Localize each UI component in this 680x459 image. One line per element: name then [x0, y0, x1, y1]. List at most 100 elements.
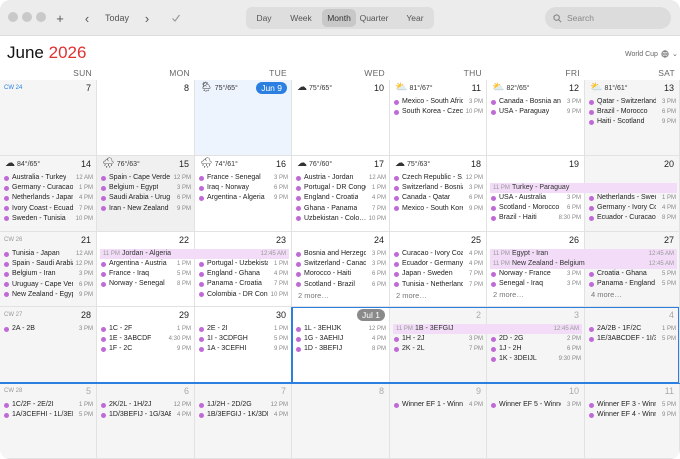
event-item[interactable]: 1J/2H - 2D/2G 12 PM: [199, 400, 288, 410]
day-cell[interactable]: 29 1C - 2F 1 PM 1E - 3ABCDF 4:30 PM 1F - 2C 9 …: [97, 307, 195, 383]
event-item[interactable]: Austria - Jordan 12 AM: [296, 173, 386, 183]
event-item[interactable]: South Korea - Czec…10 PM: [394, 107, 483, 117]
event-item[interactable]: Switzerland - Bosnia… 3 PM: [394, 183, 483, 193]
event-item[interactable]: 2A - 2B 3 PM: [4, 324, 93, 334]
event-item[interactable]: Belgium - Iran 3 PM: [4, 269, 93, 279]
event-item[interactable]: Czech Republic - S… 12 PM: [394, 173, 483, 183]
event-item[interactable]: 1A/3CEFHI - 1L/3EHI… 5 PM: [4, 410, 93, 420]
event-item[interactable]: Netherlands - Sweden 1 PM: [589, 193, 676, 203]
event-item[interactable]: Brazil - Haiti 8:30 PM: [491, 213, 581, 223]
event-item[interactable]: France - Iraq 5 PM: [101, 269, 191, 279]
more-events-link[interactable]: 4 more…: [591, 290, 622, 299]
day-cell[interactable]: 27 Croatia - Ghana 5 PM Panama - England 5 P…: [585, 232, 680, 307]
done-checkmark-icon[interactable]: [166, 8, 186, 28]
event-item[interactable]: Iran - New Zealand 9 PM: [101, 204, 191, 214]
day-cell[interactable]: 22 Argentina - Austria 1 PM France - Iraq 5 …: [97, 232, 195, 307]
zoom-window-button[interactable]: [36, 12, 46, 22]
event-item[interactable]: 1A - 3CEFHI 9 PM: [199, 344, 288, 354]
day-cell[interactable]: 25Curacao - Ivory Coast4 PMEcuador - Ger…: [390, 232, 487, 307]
event-item[interactable]: 1F - 2C 9 PM: [101, 344, 191, 354]
day-cell[interactable]: Jun 9 🌦 75°/65°: [195, 80, 292, 156]
event-item[interactable]: Portugal - DR Congo 1 PM: [296, 183, 386, 193]
event-item[interactable]: Bosnia and Herzego… 3 PM: [296, 249, 386, 259]
day-cell[interactable]: CW 26 21 Tunisia - Japan 12 AM Spain - Saudi…: [0, 232, 97, 307]
view-quarter-button[interactable]: Quarter: [354, 9, 394, 27]
day-cell[interactable]: 11 ⛅ 81°/67° Mexico - South Africa 3 PM South…: [390, 80, 487, 156]
day-cell[interactable]: Jul 1 1L - 3EHIJK 12 PM 1G - 3AEHIJ 4 PM 1D -…: [292, 307, 390, 383]
event-item[interactable]: Japan - Sweden 7 PM: [394, 269, 483, 279]
event-item[interactable]: Winner EF 1 - Winne… 4 PM: [394, 400, 483, 410]
event-item[interactable]: Qatar - Switzerland 3 PM: [589, 97, 676, 107]
event-item[interactable]: Argentina - Algeria 9 PM: [199, 193, 288, 203]
event-item[interactable]: France - Senegal 3 PM: [199, 173, 288, 183]
event-item[interactable]: England - Croatia 4 PM: [296, 193, 386, 203]
event-item[interactable]: Norway - France 3 PM: [491, 269, 581, 279]
multi-day-event-bar[interactable]: 11 PM Egypt - Iran 12:45 AM: [490, 249, 677, 259]
view-year-button[interactable]: Year: [400, 9, 430, 27]
event-item[interactable]: 1D - 3BEFIJ 8 PM: [296, 344, 386, 354]
event-item[interactable]: Switzerland - Canada 3 PM: [296, 259, 386, 269]
event-item[interactable]: Australia - Turkey 12 AM: [4, 173, 93, 183]
event-item[interactable]: Uruguay - Cape Verde 6 PM: [4, 280, 93, 290]
day-cell[interactable]: 11 Winner EF 3 - Winne… 5 PM Winner EF 4 - …: [585, 383, 680, 459]
event-item[interactable]: Iraq - Norway 6 PM: [199, 183, 288, 193]
event-item[interactable]: 1H - 2J 3 PM: [394, 334, 483, 344]
day-cell[interactable]: 12 ⛅82°/65° Canada - Bosnia an… 3 PM USA - P…: [487, 80, 585, 156]
day-cell[interactable]: 15 🌧 76°/63° Spain - Cape Verde 12 PM Belgium…: [97, 156, 195, 232]
event-item[interactable]: Belgium - Egypt 3 PM: [101, 183, 191, 193]
event-item[interactable]: Croatia - Ghana 5 PM: [589, 269, 676, 279]
event-item[interactable]: Panama - England 5 PM: [589, 279, 676, 289]
more-events-link[interactable]: 2 more…: [493, 290, 524, 299]
close-window-button[interactable]: [8, 12, 18, 22]
minimize-window-button[interactable]: [22, 12, 32, 22]
event-item[interactable]: Curacao - Ivory Coast 4 PM: [394, 249, 483, 259]
event-item[interactable]: 2K - 2L 7 PM: [394, 344, 483, 354]
multi-day-event-bar[interactable]: 11 PM Jordan - Algeria 12:45 AM: [100, 249, 289, 259]
multi-day-event-bar[interactable]: 11 PM Turkey - Paraguay: [490, 183, 677, 193]
event-item[interactable]: Germany - Ivory Co… 4 PM: [589, 203, 676, 213]
search-field[interactable]: Search: [545, 7, 671, 29]
event-item[interactable]: Winner EF 5 - Winne… 3 PM: [491, 400, 581, 410]
day-cell[interactable]: 30 2E - 2I 1 PM 1I - 3CDFGH 5 PM 1A - 3CEFHI 9…: [195, 307, 292, 383]
more-events-link[interactable]: 2 more…: [396, 291, 427, 300]
event-item[interactable]: Saudi Arabia - Urug… 6 PM: [101, 193, 191, 203]
today-button[interactable]: Today: [100, 8, 134, 28]
event-item[interactable]: Canada - Qatar 6 PM: [394, 193, 483, 203]
event-item[interactable]: Germany - Curacao 1 PM: [4, 183, 93, 193]
event-item[interactable]: 1D/3BEFIJ - 1G/3AE… 4 PM: [101, 410, 191, 420]
event-item[interactable]: Argentina - Austria 1 PM: [101, 259, 191, 269]
event-item[interactable]: Uzbekistan - Colo… 10 PM: [296, 214, 386, 224]
day-cell[interactable]: 26 Norway - France 3 PM Senegal - Iraq 3 PM 2…: [487, 232, 585, 307]
day-cell[interactable]: 17 ☁ 76°/60° Austria - Jordan 12 AM Portugal …: [292, 156, 390, 232]
day-cell[interactable]: 14 ☁ 84°/65° Australia - Turkey 12 AM Germany…: [0, 156, 97, 232]
event-item[interactable]: Winner EF 4 - Winne… 9 PM: [589, 410, 676, 420]
event-item[interactable]: 1I - 3CDFGH 5 PM: [199, 334, 288, 344]
event-item[interactable]: Scotland - Brazil 6 PM: [296, 280, 386, 290]
view-week-button[interactable]: Week: [284, 9, 318, 27]
event-item[interactable]: Tunisia - Japan 12 AM: [4, 249, 93, 259]
event-item[interactable]: Norway - Senegal 8 PM: [101, 279, 191, 289]
event-item[interactable]: Sweden - Tunisia 10 PM: [4, 214, 93, 224]
event-item[interactable]: Senegal - Iraq 3 PM: [491, 279, 581, 289]
event-item[interactable]: USA - Paraguay 9 PM: [491, 107, 581, 117]
day-cell[interactable]: 3 2D - 2G 2 PM 1J - 2H 6 PM 1K - 3DEIJL 9:30 P…: [487, 307, 585, 383]
view-day-button[interactable]: Day: [248, 9, 280, 27]
day-cell[interactable]: 20 Netherlands - Sweden 1 PM Germany - Ivor…: [585, 156, 680, 232]
event-item[interactable]: Tunisia - Netherlands 7 PM: [394, 280, 483, 290]
day-cell[interactable]: 23 Portugal - Uzbekistan 1 PM England - Gha…: [195, 232, 292, 307]
event-item[interactable]: Ghana - Panama 7 PM: [296, 204, 386, 214]
event-item[interactable]: Morocco - Haiti 6 PM: [296, 269, 386, 279]
event-item[interactable]: Mexico - South Korea 9 PM: [394, 204, 483, 214]
event-item[interactable]: 2D - 2G 2 PM: [491, 334, 581, 344]
more-events-link[interactable]: 2 more…: [298, 291, 329, 300]
back-button[interactable]: ‹: [78, 8, 96, 28]
day-cell[interactable]: 10 Winner EF 5 - Winne… 3 PM: [487, 383, 585, 459]
event-item[interactable]: Netherlands - Japan 4 PM: [4, 193, 93, 203]
day-cell[interactable]: 4 2A/2B - 1F/2C 1 PM 1E/3ABCDEF - 1I/3CD… 5 …: [585, 307, 680, 383]
event-item[interactable]: 2K/2L - 1H/2J 12 PM: [101, 400, 191, 410]
event-item[interactable]: 1L - 3EHIJK 12 PM: [296, 324, 386, 334]
calendar-picker[interactable]: World Cup ⌄: [625, 50, 678, 58]
day-cell[interactable]: 9 Winner EF 1 - Winne… 4 PM: [390, 383, 487, 459]
event-item[interactable]: USA - Australia 3 PM: [491, 193, 581, 203]
event-item[interactable]: Ecuador - Curacao 8 PM: [589, 213, 676, 223]
